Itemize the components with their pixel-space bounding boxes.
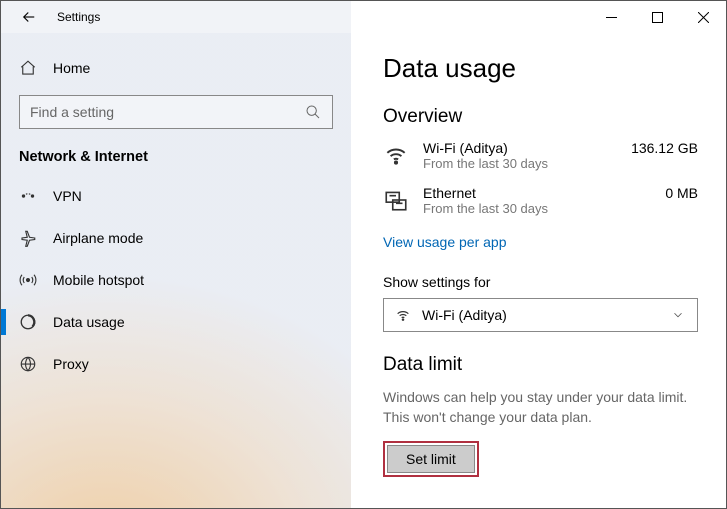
overview-sub: From the last 30 days bbox=[423, 156, 614, 171]
search-input[interactable] bbox=[30, 104, 304, 120]
vpn-icon bbox=[19, 187, 37, 205]
overview-row-ethernet: Ethernet From the last 30 days 0 MB bbox=[383, 185, 698, 216]
main-panel: Data usage Overview Wi-Fi (Aditya) From … bbox=[351, 33, 726, 508]
settings-window: Settings Home bbox=[0, 0, 727, 509]
home-icon bbox=[19, 59, 37, 77]
data-limit-heading: Data limit bbox=[383, 354, 698, 376]
view-usage-link[interactable]: View usage per app bbox=[383, 234, 507, 250]
chevron-down-icon bbox=[669, 306, 687, 324]
overview-value: 0 MB bbox=[628, 185, 698, 216]
dropdown-value: Wi-Fi (Aditya) bbox=[422, 307, 659, 323]
data-limit-desc: Windows can help you stay under your dat… bbox=[383, 388, 698, 427]
sidebar: Home Network & Internet VPN Airplane bbox=[1, 33, 351, 508]
hotspot-icon bbox=[19, 271, 37, 289]
overview-sub: From the last 30 days bbox=[423, 201, 614, 216]
maximize-button[interactable] bbox=[634, 1, 680, 33]
close-button[interactable] bbox=[680, 1, 726, 33]
overview-name: Wi-Fi (Aditya) bbox=[423, 140, 614, 156]
nav-item-label: VPN bbox=[53, 188, 82, 204]
nav-item-label: Mobile hotspot bbox=[53, 272, 144, 288]
nav-airplane-mode[interactable]: Airplane mode bbox=[19, 217, 333, 259]
nav-item-label: Proxy bbox=[53, 356, 89, 372]
wifi-icon bbox=[383, 142, 409, 168]
minimize-button[interactable] bbox=[588, 1, 634, 33]
overview-heading: Overview bbox=[383, 106, 698, 128]
nav-item-label: Airplane mode bbox=[53, 230, 143, 246]
search-box[interactable] bbox=[19, 95, 333, 129]
show-settings-label: Show settings for bbox=[383, 274, 698, 290]
search-icon bbox=[304, 103, 322, 121]
nav-vpn[interactable]: VPN bbox=[19, 175, 333, 217]
overview-row-wifi: Wi-Fi (Aditya) From the last 30 days 136… bbox=[383, 140, 698, 171]
window-title: Settings bbox=[57, 10, 100, 24]
ethernet-icon bbox=[383, 187, 409, 213]
titlebar: Settings bbox=[1, 1, 726, 33]
highlight-annotation: Set limit bbox=[383, 441, 479, 477]
nav-item-label: Data usage bbox=[53, 314, 125, 330]
sidebar-section-title: Network & Internet bbox=[19, 149, 333, 165]
nav-data-usage[interactable]: Data usage bbox=[19, 301, 333, 343]
nav-home[interactable]: Home bbox=[19, 49, 333, 95]
wifi-icon bbox=[394, 306, 412, 324]
proxy-icon bbox=[19, 355, 37, 373]
overview-name: Ethernet bbox=[423, 185, 614, 201]
set-limit-button[interactable]: Set limit bbox=[387, 445, 475, 473]
nav-proxy[interactable]: Proxy bbox=[19, 343, 333, 385]
page-title: Data usage bbox=[383, 53, 698, 84]
network-dropdown[interactable]: Wi-Fi (Aditya) bbox=[383, 298, 698, 332]
nav-home-label: Home bbox=[53, 60, 90, 76]
data-usage-icon bbox=[19, 313, 37, 331]
nav-mobile-hotspot[interactable]: Mobile hotspot bbox=[19, 259, 333, 301]
back-button[interactable] bbox=[19, 7, 39, 27]
overview-value: 136.12 GB bbox=[628, 140, 698, 171]
airplane-icon bbox=[19, 229, 37, 247]
